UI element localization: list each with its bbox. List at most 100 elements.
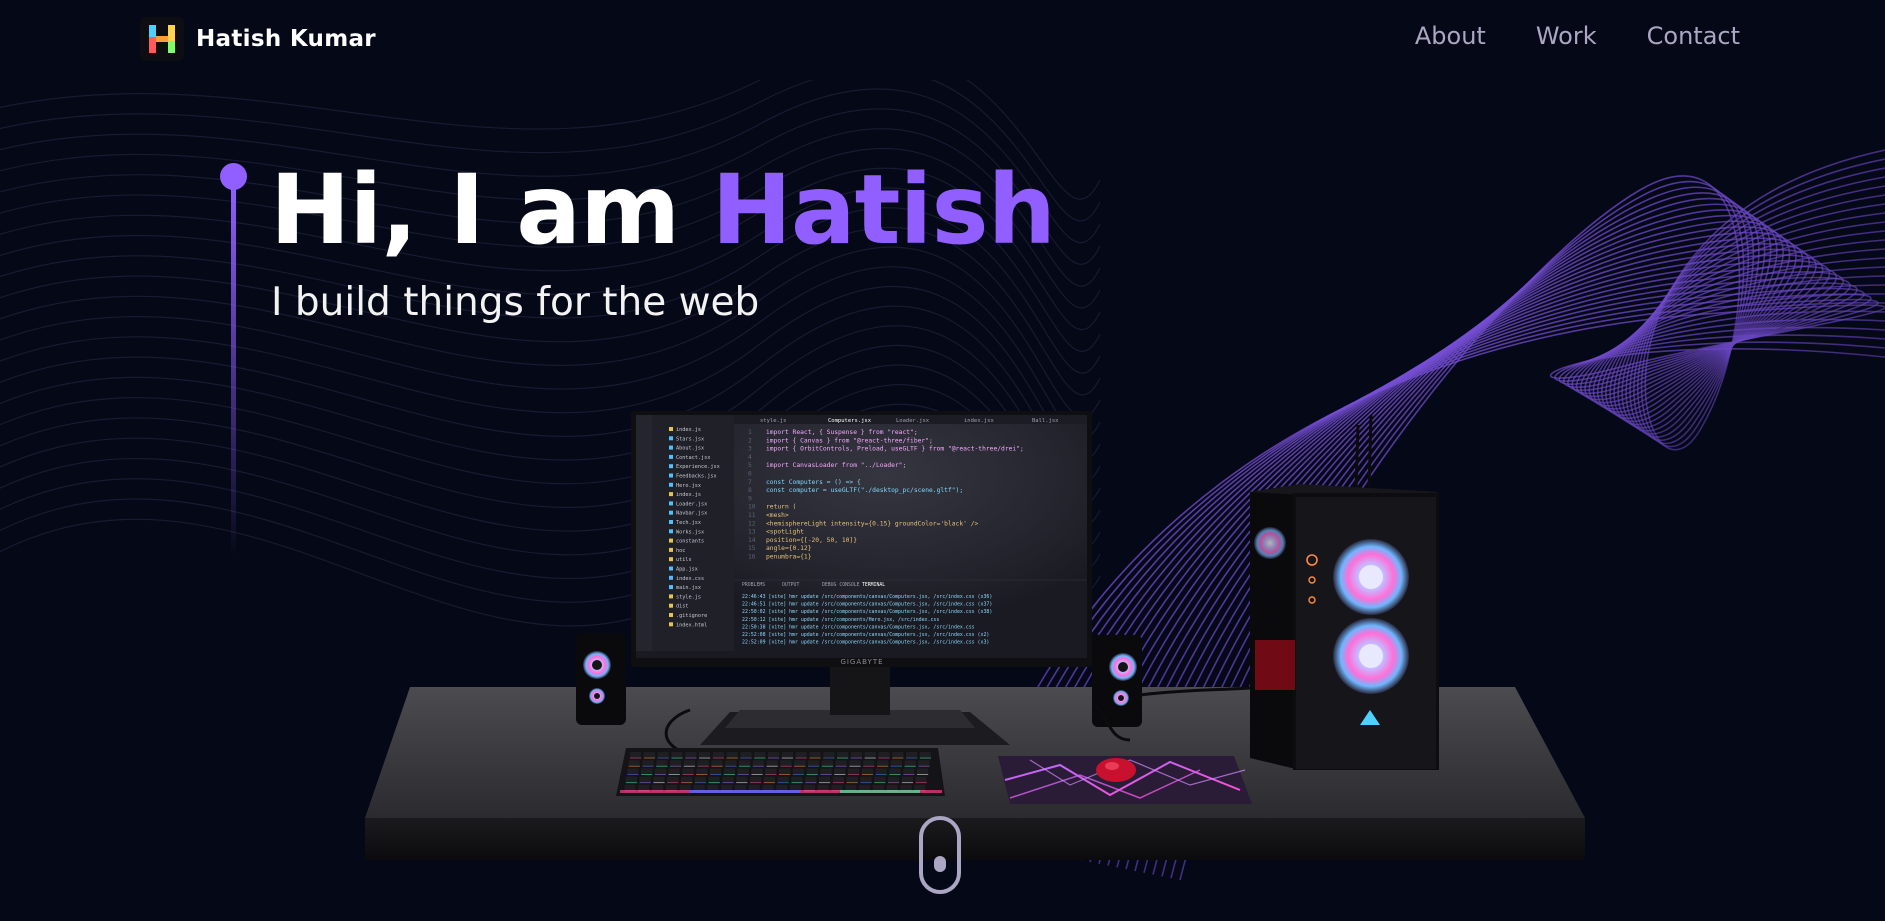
keyboard-key xyxy=(915,776,927,783)
key-backlight xyxy=(670,765,682,767)
file-type-icon xyxy=(669,464,673,469)
key-backlight xyxy=(739,765,751,767)
pc-tower xyxy=(1250,414,1440,770)
editor-tab[interactable]: Ball.jsx xyxy=(1032,418,1059,424)
keyboard-key xyxy=(777,776,789,783)
nav-link-work[interactable]: Work xyxy=(1536,22,1597,50)
explorer-file[interactable]: Feedbacks.jsx xyxy=(676,474,717,480)
explorer-file[interactable]: index.html xyxy=(676,622,707,628)
key-backlight xyxy=(694,782,706,784)
keyboard-key xyxy=(794,760,806,767)
explorer-file[interactable]: Works.jsx xyxy=(676,529,704,535)
key-backlight xyxy=(654,774,666,775)
explorer-file[interactable]: Loader.jsx xyxy=(676,501,707,507)
code-line-number: 14 xyxy=(748,537,756,544)
code-line: const Computers = () => { xyxy=(766,479,861,486)
keyboard-key xyxy=(625,776,637,783)
panel-tab[interactable]: PROBLEMS xyxy=(742,582,765,588)
key-backlight xyxy=(837,757,849,759)
file-type-icon xyxy=(669,445,673,450)
keyboard-key xyxy=(875,768,887,775)
keyboard-key xyxy=(906,752,918,759)
editor-tab[interactable]: Loader.jsx xyxy=(896,418,930,424)
terminal-line: 22:46:43 [vite] hmr update /src/componen… xyxy=(742,594,992,600)
file-type-icon xyxy=(669,482,673,487)
panel-tab[interactable]: OUTPUT xyxy=(782,582,799,588)
file-type-icon xyxy=(669,473,673,478)
editor-tab[interactable]: style.js xyxy=(760,418,787,424)
brand-link[interactable]: Hatish Kumar xyxy=(140,17,376,61)
file-type-icon xyxy=(669,436,673,441)
explorer-file[interactable]: About.jsx xyxy=(676,446,704,452)
key-backlight xyxy=(805,782,817,784)
code-line-number: 13 xyxy=(748,529,756,536)
terminal-line: 22:50:02 [vite] hmr update /src/componen… xyxy=(742,609,992,615)
mouse xyxy=(1096,758,1136,782)
explorer-file[interactable]: hoc xyxy=(676,548,685,554)
keyboard-key xyxy=(763,776,775,783)
key-backlight xyxy=(846,782,858,784)
scroll-down-indicator[interactable] xyxy=(919,816,961,894)
key-backlight xyxy=(737,774,749,775)
keyboard-key xyxy=(823,752,835,759)
key-backlight xyxy=(711,765,723,767)
explorer-file[interactable]: index.js xyxy=(676,492,701,498)
terminal-line: 22:46:51 [vite] hmr update /src/componen… xyxy=(742,602,992,608)
explorer-file[interactable]: main.jsx xyxy=(676,585,701,591)
code-line: return ( xyxy=(766,504,796,511)
panel-tab[interactable]: DEBUG CONSOLE xyxy=(822,582,860,588)
file-type-icon xyxy=(669,454,673,459)
keyboard-key xyxy=(653,776,665,783)
keyboard-key xyxy=(848,768,860,775)
explorer-file[interactable]: index.js xyxy=(676,427,701,433)
keyboard-key xyxy=(723,768,735,775)
explorer-file[interactable]: Tech.jsx xyxy=(676,520,701,526)
key-backlight xyxy=(903,774,915,775)
explorer-file[interactable]: utils xyxy=(676,557,692,563)
keyboard-key xyxy=(792,768,804,775)
monitor-brand: GIGABYTE xyxy=(840,658,883,666)
keyboard-key xyxy=(864,752,876,759)
code-line-number: 15 xyxy=(748,545,756,552)
explorer-file[interactable]: Contact.jsx xyxy=(676,455,710,461)
explorer-file[interactable]: dist xyxy=(676,604,689,610)
explorer-file[interactable]: Hero.jsx xyxy=(676,483,701,489)
keyboard-key xyxy=(685,752,697,759)
panel-tab[interactable]: TERMINAL xyxy=(862,582,885,588)
nav-link-about[interactable]: About xyxy=(1415,22,1486,50)
explorer-file[interactable]: App.jsx xyxy=(676,567,698,573)
key-backlight xyxy=(685,757,697,759)
key-backlight xyxy=(642,765,654,767)
explorer-file[interactable]: Navbar.jsx xyxy=(676,511,707,517)
key-backlight xyxy=(625,782,637,784)
explorer-file[interactable]: Experience.jsx xyxy=(676,464,720,470)
keyboard-key xyxy=(740,752,752,759)
code-line-number: 2 xyxy=(748,437,752,444)
file-type-icon xyxy=(669,427,673,431)
code-line: import CanvasLoader from "../Loader"; xyxy=(766,462,906,469)
key-backlight xyxy=(834,774,846,775)
keyboard-key xyxy=(656,760,668,767)
keyboard-key xyxy=(725,760,737,767)
explorer-file[interactable]: .gitignore xyxy=(676,613,707,619)
explorer-file[interactable]: index.css xyxy=(676,576,704,582)
key-backlight xyxy=(918,765,930,767)
keyboard-key xyxy=(671,752,683,759)
monitor: index.js Stars.jsx About.jsx Contact.jsx Exp… xyxy=(631,411,1092,667)
nav-link-contact[interactable]: Contact xyxy=(1647,22,1740,50)
key-backlight xyxy=(708,782,720,784)
keyboard-key xyxy=(850,752,862,759)
explorer-file[interactable]: constants xyxy=(676,539,704,545)
key-backlight xyxy=(861,774,873,775)
keyboard-key xyxy=(888,776,900,783)
key-backlight xyxy=(875,774,887,775)
key-backlight xyxy=(751,774,763,775)
explorer-file[interactable]: style.js xyxy=(676,594,701,600)
code-line-number: 8 xyxy=(748,487,752,494)
keyboard-key xyxy=(642,760,654,767)
explorer-file[interactable]: Stars.jsx xyxy=(676,436,704,442)
key-backlight xyxy=(628,765,640,767)
editor-tab[interactable]: index.jsx xyxy=(964,418,994,424)
key-backlight xyxy=(643,757,655,759)
editor-tab[interactable]: Computers.jsx xyxy=(828,418,872,424)
